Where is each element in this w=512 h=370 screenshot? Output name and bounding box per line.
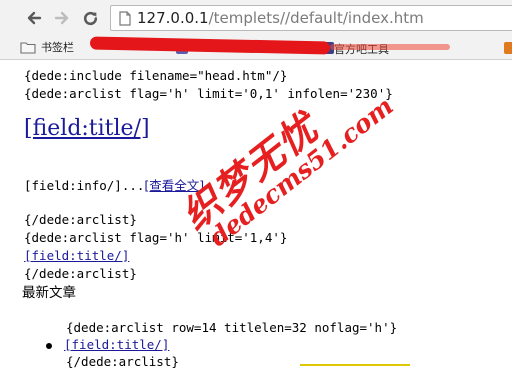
url-host: 127.0.0.1: [137, 9, 209, 27]
field-title-link[interactable]: [field:title/]: [24, 248, 129, 263]
info-line: [field:info/]...[查看全文]: [24, 178, 204, 194]
template-tag-close: {/dede:arclist}: [24, 266, 137, 281]
forward-button[interactable]: [52, 8, 72, 28]
watermark-text: 织梦无忧: [173, 104, 327, 239]
list-item-link[interactable]: [field:title/]: [64, 337, 169, 352]
template-tag-arclist: {dede:arclist flag='h' limit='1,4'}: [24, 230, 288, 245]
back-button[interactable]: [24, 8, 44, 28]
article-title-link[interactable]: [field:title/]: [24, 116, 150, 142]
template-tag-arclist: {dede:arclist flag='h' limit='0,1' infol…: [24, 86, 393, 101]
list-bullet: [46, 343, 52, 349]
read-more-link[interactable]: [查看全文]: [144, 178, 204, 193]
reload-button[interactable]: [80, 8, 100, 28]
redaction-mark: [330, 44, 450, 50]
folder-icon: [20, 42, 36, 54]
address-bar[interactable]: 127.0.0.1/templets//default/index.htm: [110, 5, 512, 31]
reload-icon: [83, 11, 97, 25]
divider: [300, 364, 410, 366]
watermark-url: dedecms51.com: [203, 91, 399, 253]
bookmark-favicon[interactable]: [504, 42, 512, 54]
page-icon: [119, 11, 131, 26]
arrow-right-icon: [54, 11, 69, 25]
info-text: [field:info/]...: [24, 178, 145, 193]
template-tag-arclist: {dede:arclist row=14 titlelen=32 noflag=…: [66, 320, 398, 335]
url-path: /templets//default/index.htm: [208, 9, 424, 27]
template-tag-close: {/dede:arclist}: [24, 212, 137, 227]
browser-toolbar: 127.0.0.1/templets//default/index.htm: [0, 0, 512, 36]
watermark: 织梦无忧 dedecms51.com: [168, 73, 412, 306]
bookmarks-folder-label[interactable]: 书签栏: [41, 41, 74, 55]
template-tag-include: {dede:include filename="head.htm"/}: [24, 68, 288, 83]
url-text: 127.0.0.1/templets//default/index.htm: [137, 9, 424, 27]
arrow-left-icon: [27, 11, 42, 25]
latest-articles-heading: 最新文章: [22, 285, 76, 301]
